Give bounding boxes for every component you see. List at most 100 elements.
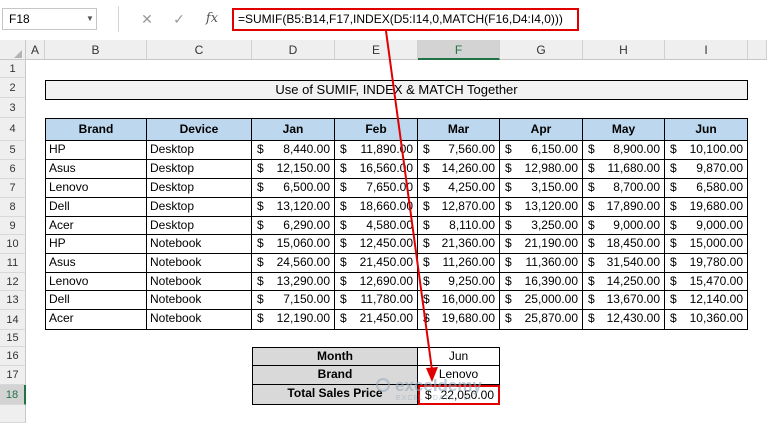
value-cell[interactable]: $7,150.00 bbox=[252, 291, 335, 310]
row-header-17[interactable]: 17 bbox=[0, 366, 26, 385]
value-cell[interactable]: $15,060.00 bbox=[252, 235, 335, 254]
table-header-mar[interactable]: Mar bbox=[418, 118, 500, 141]
row-header-2[interactable]: 2 bbox=[0, 78, 26, 98]
row-header-14[interactable]: 14 bbox=[0, 310, 26, 330]
value-cell[interactable]: $12,690.00 bbox=[335, 273, 418, 291]
brand-label-cell[interactable]: Brand bbox=[252, 366, 418, 385]
value-cell[interactable]: $11,260.00 bbox=[418, 254, 500, 273]
table-header-jan[interactable]: Jan bbox=[252, 118, 335, 141]
row-header-7[interactable]: 7 bbox=[0, 179, 26, 198]
value-cell[interactable]: $15,470.00 bbox=[665, 273, 748, 291]
row-header-3[interactable]: 3 bbox=[0, 98, 26, 118]
value-cell[interactable]: $25,870.00 bbox=[500, 310, 583, 330]
insert-function-icon[interactable]: fx bbox=[202, 9, 222, 29]
device-cell[interactable]: Desktop bbox=[147, 217, 252, 235]
value-cell[interactable]: $11,360.00 bbox=[500, 254, 583, 273]
value-cell[interactable]: $15,000.00 bbox=[665, 235, 748, 254]
name-box[interactable]: F18 bbox=[2, 8, 97, 30]
value-cell[interactable]: $7,650.00 bbox=[335, 179, 418, 198]
row-header-5[interactable]: 5 bbox=[0, 141, 26, 160]
value-cell[interactable]: $19,680.00 bbox=[665, 198, 748, 217]
value-cell[interactable]: $3,150.00 bbox=[500, 179, 583, 198]
value-cell[interactable]: $3,250.00 bbox=[500, 217, 583, 235]
value-cell[interactable]: $8,700.00 bbox=[583, 179, 665, 198]
table-header-feb[interactable]: Feb bbox=[335, 118, 418, 141]
value-cell[interactable]: $9,250.00 bbox=[418, 273, 500, 291]
device-cell[interactable]: Notebook bbox=[147, 235, 252, 254]
device-cell[interactable]: Notebook bbox=[147, 310, 252, 330]
brand-cell[interactable]: HP bbox=[45, 235, 147, 254]
value-cell[interactable]: $13,290.00 bbox=[252, 273, 335, 291]
value-cell[interactable]: $6,150.00 bbox=[500, 141, 583, 160]
row-header-11[interactable]: 11 bbox=[0, 254, 26, 273]
value-cell[interactable]: $11,890.00 bbox=[335, 141, 418, 160]
value-cell[interactable]: $12,450.00 bbox=[335, 235, 418, 254]
value-cell[interactable]: $12,150.00 bbox=[252, 160, 335, 179]
column-header-d[interactable]: D bbox=[252, 40, 335, 60]
column-header-c[interactable]: C bbox=[147, 40, 252, 60]
value-cell[interactable]: $6,500.00 bbox=[252, 179, 335, 198]
row-header-13[interactable]: 13 bbox=[0, 291, 26, 310]
cancel-icon[interactable]: ✕ bbox=[138, 9, 156, 29]
brand-cell[interactable]: Dell bbox=[45, 291, 147, 310]
table-header-jun[interactable]: Jun bbox=[665, 118, 748, 141]
device-cell[interactable]: Desktop bbox=[147, 160, 252, 179]
value-cell[interactable]: $8,440.00 bbox=[252, 141, 335, 160]
column-header-h[interactable]: H bbox=[583, 40, 665, 60]
row-header-4[interactable]: 4 bbox=[0, 118, 26, 141]
value-cell[interactable]: $14,260.00 bbox=[418, 160, 500, 179]
value-cell[interactable]: $6,580.00 bbox=[665, 179, 748, 198]
value-cell[interactable]: $19,680.00 bbox=[418, 310, 500, 330]
value-cell[interactable]: $11,680.00 bbox=[583, 160, 665, 179]
brand-cell[interactable]: Asus bbox=[45, 254, 147, 273]
value-cell[interactable]: $4,250.00 bbox=[418, 179, 500, 198]
value-cell[interactable]: $8,900.00 bbox=[583, 141, 665, 160]
row-header-6[interactable]: 6 bbox=[0, 160, 26, 179]
value-cell[interactable]: $13,120.00 bbox=[500, 198, 583, 217]
brand-cell[interactable]: Asus bbox=[45, 160, 147, 179]
value-cell[interactable]: $16,390.00 bbox=[500, 273, 583, 291]
value-cell[interactable]: $21,450.00 bbox=[335, 254, 418, 273]
value-cell[interactable]: $12,870.00 bbox=[418, 198, 500, 217]
column-header-f[interactable]: F bbox=[418, 40, 500, 60]
value-cell[interactable]: $13,120.00 bbox=[252, 198, 335, 217]
table-header-apr[interactable]: Apr bbox=[500, 118, 583, 141]
value-cell[interactable]: $9,000.00 bbox=[583, 217, 665, 235]
table-header-device[interactable]: Device bbox=[147, 118, 252, 141]
value-cell[interactable]: $21,450.00 bbox=[335, 310, 418, 330]
row-header-12[interactable]: 12 bbox=[0, 273, 26, 291]
sheet-title[interactable]: Use of SUMIF, INDEX & MATCH Together bbox=[45, 80, 748, 100]
value-cell[interactable]: $21,360.00 bbox=[418, 235, 500, 254]
row-header-8[interactable]: 8 bbox=[0, 198, 26, 217]
value-cell[interactable]: $10,360.00 bbox=[665, 310, 748, 330]
device-cell[interactable]: Notebook bbox=[147, 254, 252, 273]
brand-cell[interactable]: Lenovo bbox=[45, 273, 147, 291]
row-header-18[interactable]: 18 bbox=[0, 385, 26, 405]
value-cell[interactable]: $6,290.00 bbox=[252, 217, 335, 235]
row-header-1[interactable]: 1 bbox=[0, 60, 26, 78]
column-header-a[interactable]: A bbox=[26, 40, 45, 60]
row-header-10[interactable]: 10 bbox=[0, 235, 26, 254]
value-cell[interactable]: $21,190.00 bbox=[500, 235, 583, 254]
value-cell[interactable]: $16,560.00 bbox=[335, 160, 418, 179]
table-header-brand[interactable]: Brand bbox=[45, 118, 147, 141]
column-header-b[interactable]: B bbox=[45, 40, 147, 60]
value-cell[interactable]: $31,540.00 bbox=[583, 254, 665, 273]
value-cell[interactable]: $11,780.00 bbox=[335, 291, 418, 310]
value-cell[interactable]: $25,000.00 bbox=[500, 291, 583, 310]
value-cell[interactable]: $9,000.00 bbox=[665, 217, 748, 235]
value-cell[interactable]: $12,980.00 bbox=[500, 160, 583, 179]
value-cell[interactable]: $8,110.00 bbox=[418, 217, 500, 235]
row-header-9[interactable]: 9 bbox=[0, 217, 26, 235]
month-value-cell[interactable]: Jun bbox=[418, 347, 500, 366]
select-all-button[interactable] bbox=[0, 40, 26, 60]
brand-cell[interactable]: Acer bbox=[45, 310, 147, 330]
brand-cell[interactable]: HP bbox=[45, 141, 147, 160]
device-cell[interactable]: Desktop bbox=[147, 179, 252, 198]
device-cell[interactable]: Notebook bbox=[147, 291, 252, 310]
value-cell[interactable]: $16,000.00 bbox=[418, 291, 500, 310]
value-cell[interactable]: $24,560.00 bbox=[252, 254, 335, 273]
brand-cell[interactable]: Lenovo bbox=[45, 179, 147, 198]
brand-cell[interactable]: Dell bbox=[45, 198, 147, 217]
value-cell[interactable]: $12,430.00 bbox=[583, 310, 665, 330]
